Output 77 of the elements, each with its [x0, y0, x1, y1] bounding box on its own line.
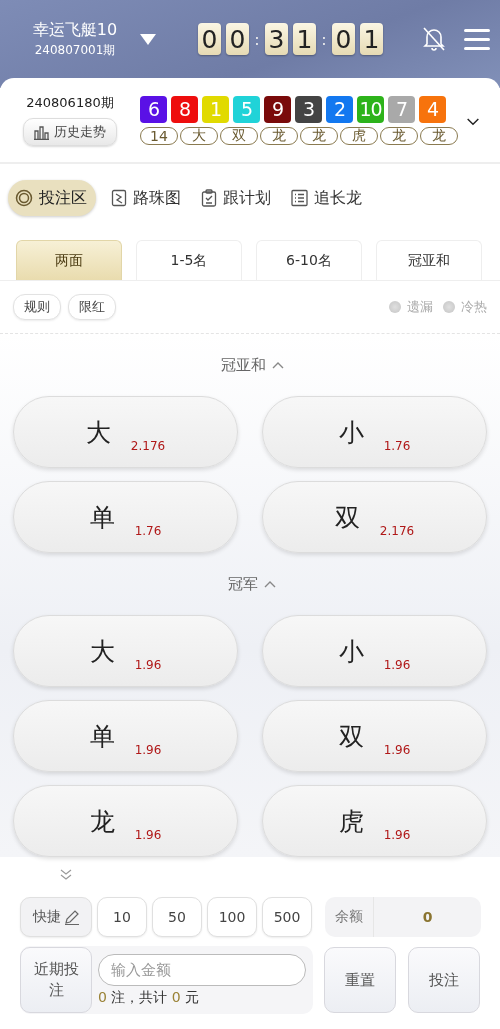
muted-bell-icon[interactable] — [422, 26, 446, 52]
bet-odds: 2.176 — [379, 524, 415, 538]
nav-tab[interactable]: 投注区 — [8, 180, 96, 216]
nav-tab[interactable]: 路珠图 — [106, 180, 186, 216]
bet-odds: 1.96 — [383, 743, 411, 757]
bet-odds: 1.96 — [134, 658, 162, 672]
bet-option-button[interactable]: 龙 1.96 — [13, 785, 238, 857]
dropdown-caret-icon — [140, 33, 156, 45]
bet-option-button[interactable]: 小 1.76 — [262, 396, 487, 468]
bet-name: 龙 — [89, 805, 115, 838]
bet-option-button[interactable]: 小 1.96 — [262, 615, 487, 687]
bet-option-button[interactable]: 虎 1.96 — [262, 785, 487, 857]
chip-amount-button[interactable]: 500 — [262, 897, 312, 937]
countdown-separator: : — [253, 29, 261, 49]
bet-summary: 0 注，共计 0 元 — [98, 988, 201, 1007]
list-icon — [291, 189, 308, 207]
bet-odds: 1.96 — [383, 658, 411, 672]
bet-name: 小 — [338, 635, 364, 668]
chip-amount-button[interactable]: 50 — [152, 897, 202, 937]
history-trend-button[interactable]: 历史走势 — [23, 118, 117, 146]
countdown-digit: 0 — [226, 23, 249, 55]
ring-icon — [15, 189, 33, 207]
rule-pill-button[interactable]: 规则 — [13, 294, 61, 320]
recent-bets-button[interactable]: 近期投注 — [20, 947, 92, 1013]
bet-odds: 1.96 — [134, 743, 162, 757]
amount-input-field[interactable]: 输入金额 — [98, 953, 306, 986]
countdown-digit: 0 — [332, 23, 355, 55]
countdown-digit: 0 — [198, 23, 221, 55]
bet-odds: 1.96 — [134, 828, 162, 842]
rule-pill-button[interactable]: 限红 — [68, 294, 116, 320]
bet-name: 单 — [89, 720, 115, 753]
bet-option-button[interactable]: 大 2.176 — [13, 396, 238, 468]
bet-name: 单 — [89, 501, 115, 534]
lottery-title[interactable]: 幸运飞艇10 — [32, 19, 118, 41]
quick-edit-button[interactable]: 快捷 — [20, 897, 92, 937]
bet-name: 双 — [338, 720, 364, 753]
reset-button[interactable]: 重置 — [324, 947, 396, 1013]
balance-label: 余额 — [325, 897, 374, 937]
chip-amount-button[interactable]: 10 — [97, 897, 147, 937]
play-tab[interactable]: 冠亚和 — [376, 240, 482, 280]
pencil-icon — [64, 909, 79, 925]
balance-value: 0 — [421, 908, 434, 927]
bet-option-button[interactable]: 单 1.76 — [13, 481, 238, 553]
section-title: 冠亚和 — [220, 355, 266, 375]
bar-chart-icon — [34, 124, 49, 140]
bet-option-button[interactable]: 双 1.96 — [262, 700, 487, 772]
play-tab[interactable]: 两面 — [16, 240, 122, 280]
bet-odds: 1.76 — [383, 439, 411, 453]
bet-name: 大 — [85, 416, 111, 449]
bet-option-button[interactable]: 双 2.176 — [262, 481, 487, 553]
double-chevron-down-icon[interactable] — [60, 869, 72, 880]
chip-amount-button[interactable]: 100 — [207, 897, 257, 937]
nav-tab[interactable]: 跟计划 — [196, 180, 276, 216]
chevron-down-icon[interactable] — [466, 118, 480, 126]
countdown-separator: : — [320, 29, 328, 49]
bet-name: 小 — [338, 416, 364, 449]
menu-icon[interactable] — [464, 28, 490, 50]
submit-bet-button[interactable]: 投注 — [408, 947, 480, 1013]
bet-option-button[interactable]: 单 1.96 — [13, 700, 238, 772]
play-tab[interactable]: 6-10名 — [256, 240, 362, 280]
countdown-digit: 3 — [265, 23, 288, 55]
bet-option-button[interactable]: 大 1.96 — [13, 615, 238, 687]
bet-odds: 1.76 — [134, 524, 162, 538]
current-issue: 240807001期 — [34, 41, 116, 59]
bet-odds: 1.96 — [383, 828, 411, 842]
bet-odds: 2.176 — [130, 439, 166, 453]
play-tab[interactable]: 1-5名 — [136, 240, 242, 280]
bet-name: 虎 — [338, 805, 364, 838]
bet-name: 双 — [334, 501, 360, 534]
nav-tab[interactable]: 追长龙 — [286, 180, 367, 216]
map-icon — [111, 189, 127, 207]
section-title: 冠军 — [228, 574, 258, 594]
countdown-digit: 1 — [293, 23, 316, 55]
last-issue: 240806180期 — [26, 94, 114, 112]
clipboard-icon — [201, 189, 217, 207]
countdown-digit: 1 — [360, 23, 383, 55]
bet-name: 大 — [89, 635, 115, 668]
